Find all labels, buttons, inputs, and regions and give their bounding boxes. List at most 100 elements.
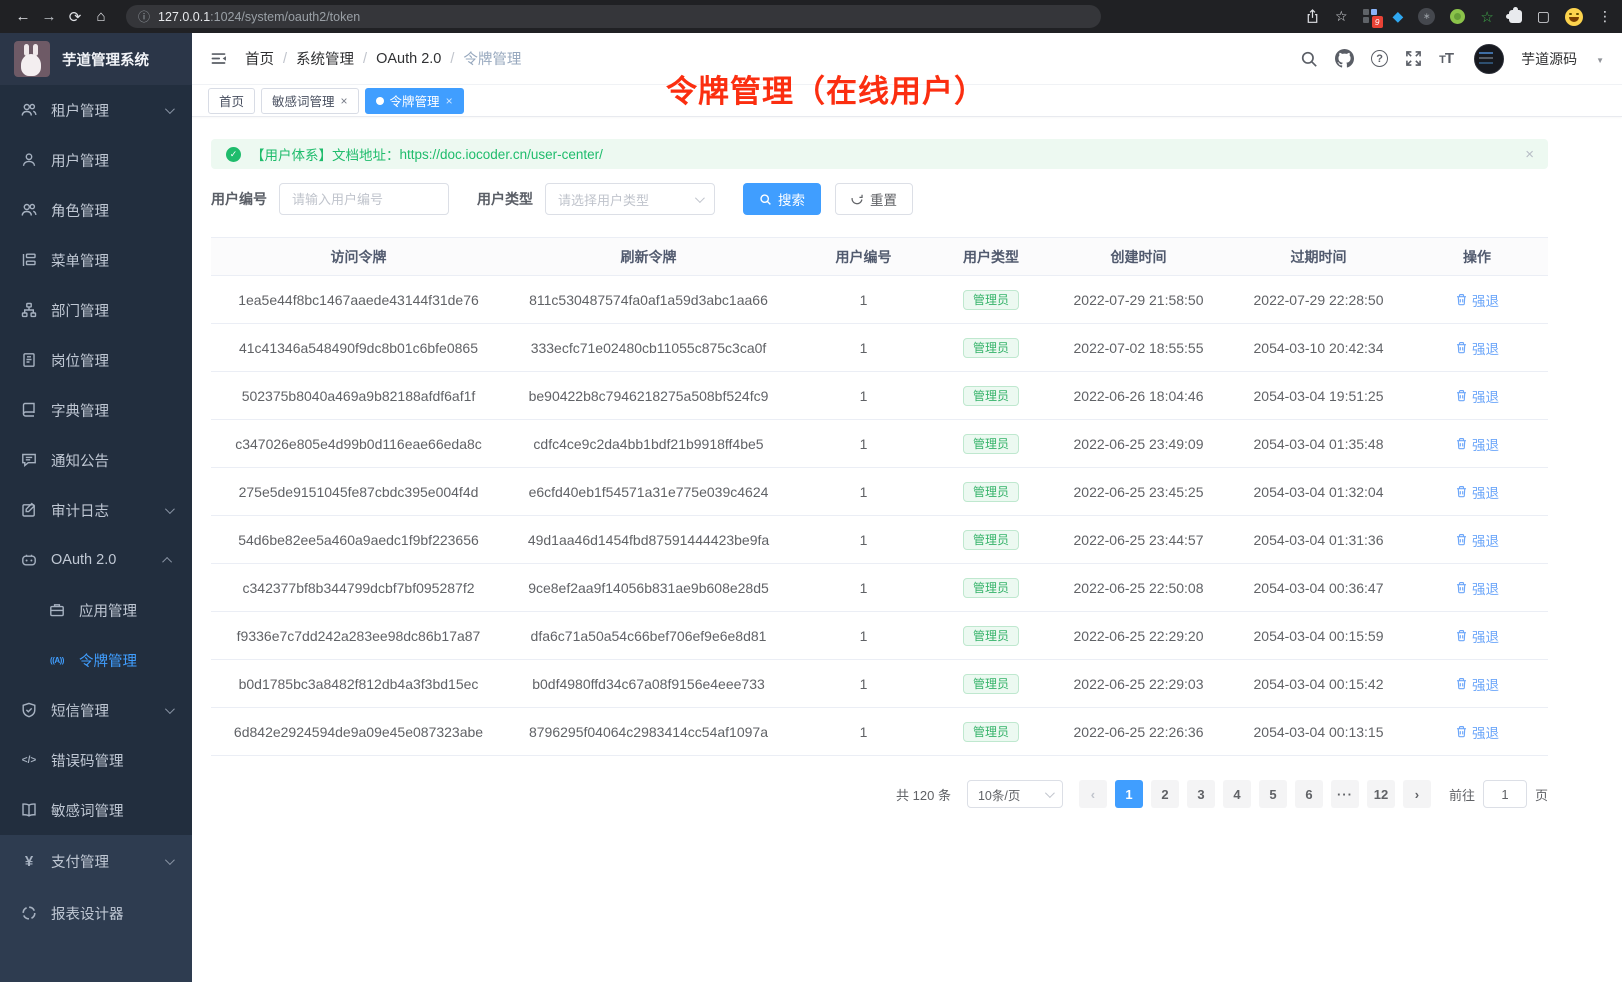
tab-sensitive-word[interactable]: 敏感词管理 × [261, 88, 359, 114]
star-extension-icon[interactable]: ☆ [1480, 8, 1493, 26]
column-header: 访问令牌 [211, 247, 506, 267]
sidebar-item-report[interactable]: 报表设计器 [0, 887, 192, 939]
breadcrumb-oauth[interactable]: OAuth 2.0 [376, 51, 441, 67]
app-logo-row[interactable]: 芋道管理系统 [0, 33, 192, 85]
goto-page-input[interactable] [1483, 780, 1527, 808]
profile-avatar[interactable] [1565, 8, 1583, 26]
doc-link[interactable]: https://doc.iocoder.cn/user-center/ [400, 147, 603, 162]
sidebar-item-sms[interactable]: 短信管理 [0, 685, 192, 735]
chat-bubble-icon [20, 452, 38, 468]
gem-extension-icon[interactable]: ◆ [1393, 8, 1404, 25]
puzzle-extension-icon[interactable] [1509, 10, 1522, 23]
force-logout-button[interactable]: 强退 [1455, 290, 1499, 310]
user-type-cell: 管理员 [936, 722, 1046, 742]
user-type-badge: 管理员 [963, 530, 1019, 550]
expire-time-cell: 2022-07-29 22:28:50 [1231, 292, 1406, 308]
delete-icon [1455, 581, 1468, 594]
fullscreen-icon[interactable] [1405, 50, 1422, 67]
sidebar-item-oauth-app[interactable]: 应用管理 [0, 585, 192, 635]
home-icon[interactable]: ⌂ [88, 8, 114, 25]
page-button[interactable]: 4 [1223, 780, 1251, 808]
avatar[interactable] [1474, 44, 1504, 74]
sidebar-item-tenant[interactable]: 租户管理 [0, 85, 192, 135]
delete-icon [1455, 437, 1468, 450]
green-extension-icon[interactable] [1450, 9, 1465, 24]
help-icon[interactable]: ? [1371, 50, 1388, 67]
force-logout-button[interactable]: 强退 [1455, 434, 1499, 454]
collapse-sidebar-icon[interactable] [210, 50, 227, 67]
user-id-cell: 1 [791, 532, 936, 548]
page-button[interactable]: 5 [1259, 780, 1287, 808]
sidebar-item-pay[interactable]: ¥ 支付管理 [0, 835, 192, 887]
table-row: 275e5de9151045fe87cbdc395e004f4d e6cfd40… [211, 468, 1548, 516]
page-button[interactable]: 3 [1187, 780, 1215, 808]
page-button[interactable]: 1 [1115, 780, 1143, 808]
share-icon[interactable] [1305, 9, 1320, 24]
breadcrumb-home[interactable]: 首页 [245, 48, 274, 69]
force-logout-button[interactable]: 强退 [1455, 530, 1499, 550]
search-button[interactable]: 搜索 [743, 183, 821, 215]
menu-dots-icon[interactable]: ⋮ [1598, 8, 1612, 25]
sidebar-item-audit[interactable]: 审计日志 [0, 485, 192, 535]
url-bar[interactable]: ⓘ 127.0.0.1:1024/system/oauth2/token [126, 5, 1101, 28]
back-icon[interactable]: ← [10, 8, 36, 25]
column-header: 刷新令牌 [506, 247, 791, 267]
sidebar-item-menu[interactable]: 菜单管理 [0, 235, 192, 285]
page-size-select[interactable]: 10条/页 [967, 780, 1063, 808]
sidebar-item-post[interactable]: 岗位管理 [0, 335, 192, 385]
expire-time-cell: 2054-03-10 20:42:34 [1231, 340, 1406, 356]
sidebar-item-errorcode[interactable]: </> 错误码管理 [0, 735, 192, 785]
bookmark-star-icon[interactable]: ☆ [1335, 8, 1348, 25]
sidebar-item-dept[interactable]: 部门管理 [0, 285, 192, 335]
close-icon[interactable]: × [446, 94, 453, 108]
site-info-icon[interactable]: ⓘ [138, 8, 150, 25]
force-logout-button[interactable]: 强退 [1455, 626, 1499, 646]
sidebar-item-oauth-token[interactable]: ((A)) 令牌管理 [0, 635, 192, 685]
prev-page-button[interactable]: ‹ [1079, 780, 1107, 808]
forward-icon[interactable]: → [36, 8, 62, 25]
extensions-grid-icon[interactable]: 9 [1363, 9, 1378, 24]
action-cell: 强退 [1406, 626, 1548, 646]
force-logout-button[interactable]: 强退 [1455, 482, 1499, 502]
sidebar-item-user[interactable]: 用户管理 [0, 135, 192, 185]
page-content: ✓ 【用户体系】文档地址： https://doc.iocoder.cn/use… [192, 117, 1622, 982]
page-button[interactable]: 2 [1151, 780, 1179, 808]
next-page-button[interactable]: › [1403, 780, 1431, 808]
page-ellipsis-button[interactable]: ··· [1331, 780, 1359, 808]
alert-close-icon[interactable]: × [1525, 146, 1534, 163]
close-icon[interactable]: × [341, 94, 348, 108]
sidebar-item-role[interactable]: 角色管理 [0, 185, 192, 235]
access-token-cell: 54d6be82ee5a460a9aedc1f9bf223656 [211, 532, 506, 548]
action-cell: 强退 [1406, 482, 1548, 502]
tab-home[interactable]: 首页 [208, 88, 255, 114]
page-button[interactable]: 6 [1295, 780, 1323, 808]
reload-icon[interactable]: ⟳ [62, 8, 88, 26]
chevron-down-icon [1045, 788, 1055, 798]
reset-button[interactable]: 重置 [835, 183, 913, 215]
tab-token[interactable]: 令牌管理 × [365, 88, 464, 114]
force-logout-button[interactable]: 强退 [1455, 338, 1499, 358]
page-button[interactable]: 12 [1367, 780, 1395, 808]
force-logout-button[interactable]: 强退 [1455, 578, 1499, 598]
sidebar-item-dict[interactable]: 字典管理 [0, 385, 192, 435]
window-icon[interactable]: ▢ [1537, 8, 1550, 25]
breadcrumb-system[interactable]: 系统管理 [296, 48, 354, 69]
force-logout-button[interactable]: 强退 [1455, 386, 1499, 406]
search-icon[interactable] [1300, 50, 1318, 68]
sidebar: 芋道管理系统 租户管理 用户管理 角色管理 菜单管理 部门管理 [0, 33, 192, 982]
force-logout-button[interactable]: 强退 [1455, 674, 1499, 694]
access-token-cell: f9336e7c7dd242a283ee98dc86b17a87 [211, 628, 506, 644]
user-id-input[interactable] [279, 183, 449, 215]
user-type-select[interactable]: 请选择用户类型 [545, 183, 715, 215]
github-icon[interactable] [1335, 49, 1354, 68]
caret-down-icon: ▼ [1596, 56, 1604, 65]
sidebar-item-oauth[interactable]: OAuth 2.0 [0, 535, 192, 585]
force-logout-button[interactable]: 强退 [1455, 722, 1499, 742]
sidebar-item-sensitive-word[interactable]: 敏感词管理 [0, 785, 192, 835]
font-size-icon[interactable]: TT [1439, 50, 1453, 67]
created-time-cell: 2022-06-25 22:26:36 [1046, 724, 1231, 740]
sidebar-item-notice[interactable]: 通知公告 [0, 435, 192, 485]
dark-extension-icon[interactable]: ∗ [1418, 8, 1435, 25]
user-id-cell: 1 [791, 340, 936, 356]
username[interactable]: 芋道源码 [1521, 49, 1577, 69]
